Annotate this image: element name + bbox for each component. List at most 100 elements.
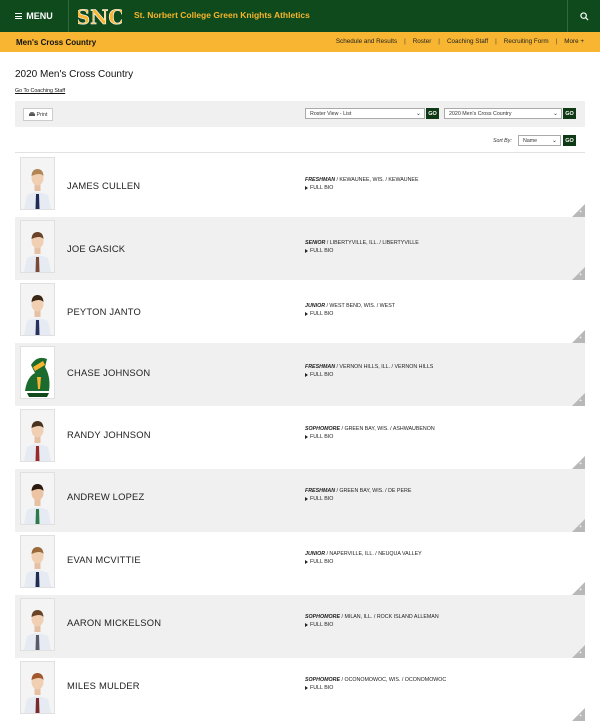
menu-label: MENU	[26, 11, 53, 21]
full-bio-link[interactable]: FULL BIO	[305, 372, 333, 378]
search-button[interactable]	[567, 0, 600, 32]
player-year: FRESHMAN	[305, 177, 336, 183]
player-photo[interactable]	[20, 535, 55, 588]
divider	[15, 152, 585, 153]
separator: |	[495, 38, 497, 45]
print-button[interactable]: Print	[23, 108, 53, 121]
player-photo[interactable]	[20, 283, 55, 336]
full-bio-label: FULL BIO	[310, 248, 334, 254]
plus-icon: +	[579, 209, 582, 215]
caret-right-icon	[305, 185, 308, 190]
roster-row: AARON MICKELSON SOPHOMORE / MILAN, ILL. …	[15, 595, 585, 658]
player-meta: SOPHOMORE / GREEN BAY, WIS. / ASHWAUBENO…	[305, 426, 435, 432]
player-hometown: / GREEN BAY, WIS. / DE PERE	[335, 488, 412, 494]
player-photo[interactable]	[20, 157, 55, 210]
full-bio-label: FULL BIO	[310, 372, 334, 378]
coaching-staff-link[interactable]: Go To Coaching Staff	[15, 88, 65, 94]
full-bio-link[interactable]: FULL BIO	[305, 685, 333, 691]
caret-right-icon	[305, 685, 308, 690]
player-meta: JUNIOR / NAPERVILLE, ILL. / NEUQUA VALLE…	[305, 551, 422, 557]
roster-row: MILES MULDER SOPHOMORE / OCONOMOWOC, WIS…	[15, 658, 585, 721]
sort-label: Sort By:	[493, 138, 512, 144]
player-meta: SOPHOMORE / OCONOMOWOC, WIS. / OCONOMOWO…	[305, 677, 446, 683]
top-bar: MENU SNC St. Norbert College Green Knigh…	[0, 0, 600, 32]
player-meta: SENIOR / LIBERTYVILLE, ILL. / LIBERTYVIL…	[305, 240, 419, 246]
player-year: FRESHMAN	[305, 488, 336, 494]
caret-right-icon	[305, 311, 308, 316]
player-hometown: / WEST BEND, WIS. / WEST	[325, 303, 395, 309]
plus-icon: +	[579, 335, 582, 341]
player-name[interactable]: PEYTON JANTO	[67, 306, 141, 317]
full-bio-link[interactable]: FULL BIO	[305, 248, 333, 254]
player-photo[interactable]	[20, 598, 55, 651]
full-bio-link[interactable]: FULL BIO	[305, 622, 333, 628]
player-hometown: / KEWAUNEE, WIS. / KEWAUNEE	[335, 177, 419, 183]
printer-icon	[28, 112, 35, 116]
full-bio-link[interactable]: FULL BIO	[305, 559, 333, 565]
roster-row: CHASE JOHNSON FRESHMAN / VERNON HILLS, I…	[15, 343, 585, 406]
subnav-schedule-link[interactable]: Schedule and Results	[336, 38, 397, 45]
roster-row: JAMES CULLEN FRESHMAN / KEWAUNEE, WIS. /…	[15, 154, 585, 217]
sport-title[interactable]: Men's Cross Country	[16, 38, 96, 47]
player-photo[interactable]	[20, 220, 55, 273]
player-name[interactable]: RANDY JOHNSON	[67, 429, 151, 440]
plus-icon: +	[579, 713, 582, 719]
view-select[interactable]: Roster View - List ⌄	[305, 108, 425, 119]
player-hometown: / VERNON HILLS, ILL. / VERNON HILLS	[335, 364, 434, 370]
player-name[interactable]: EVAN MCVITTIE	[67, 554, 141, 565]
player-photo-placeholder[interactable]	[20, 346, 55, 399]
full-bio-link[interactable]: FULL BIO	[305, 434, 333, 440]
player-year: FRESHMAN	[305, 364, 336, 370]
sort-select[interactable]: Name ⌄	[518, 135, 561, 146]
player-hometown: / GREEN BAY, WIS. / ASHWAUBENON	[340, 426, 435, 432]
player-name[interactable]: AARON MICKELSON	[67, 617, 161, 628]
player-hometown: / OCONOMOWOC, WIS. / OCONOMOWOC	[340, 677, 447, 683]
player-photo[interactable]	[20, 661, 55, 714]
sort-go-button[interactable]: GO	[563, 135, 576, 146]
subnav-coaching-link[interactable]: Coaching Staff	[447, 38, 488, 45]
menu-button[interactable]: MENU	[0, 0, 69, 32]
caret-right-icon	[305, 622, 308, 627]
caret-right-icon	[305, 496, 308, 501]
player-name[interactable]: JOE GASICK	[67, 243, 125, 254]
player-name[interactable]: ANDREW LOPEZ	[67, 491, 144, 502]
chevron-down-icon: ⌄	[415, 111, 421, 117]
view-go-button[interactable]: GO	[426, 108, 439, 119]
site-title[interactable]: St. Norbert College Green Knights Athlet…	[134, 10, 310, 20]
snc-logo[interactable]: SNC	[78, 3, 122, 29]
full-bio-link[interactable]: FULL BIO	[305, 185, 333, 191]
player-year: JUNIOR	[305, 303, 326, 309]
plus-icon: +	[579, 524, 582, 530]
player-meta: FRESHMAN / VERNON HILLS, ILL. / VERNON H…	[305, 364, 433, 370]
full-bio-label: FULL BIO	[310, 496, 334, 502]
subnav-more-link[interactable]: More +	[564, 38, 584, 45]
player-name[interactable]: MILES MULDER	[67, 680, 140, 691]
full-bio-label: FULL BIO	[310, 559, 334, 565]
full-bio-link[interactable]: FULL BIO	[305, 311, 333, 317]
player-photo[interactable]	[20, 409, 55, 462]
season-go-button[interactable]: GO	[563, 108, 576, 119]
full-bio-link[interactable]: FULL BIO	[305, 496, 333, 502]
view-select-value: Roster View - List	[310, 111, 352, 117]
player-meta: SOPHOMORE / MILAN, ILL. / ROCK ISLAND AL…	[305, 614, 439, 620]
full-bio-label: FULL BIO	[310, 311, 334, 317]
player-hometown: / MILAN, ILL. / ROCK ISLAND ALLEMAN	[340, 614, 439, 620]
player-meta: JUNIOR / WEST BEND, WIS. / WEST	[305, 303, 395, 309]
player-photo[interactable]	[20, 472, 55, 525]
player-name[interactable]: CHASE JOHNSON	[67, 367, 150, 378]
subnav-recruiting-link[interactable]: Recruiting Form	[504, 38, 549, 45]
svg-text:SNC: SNC	[78, 5, 122, 29]
player-name[interactable]: JAMES CULLEN	[67, 180, 140, 191]
print-label: Print	[36, 111, 48, 118]
separator: |	[438, 38, 440, 45]
plus-icon: +	[579, 461, 582, 467]
search-icon	[579, 11, 589, 21]
player-year: SOPHOMORE	[305, 426, 341, 432]
season-select[interactable]: 2020 Men's Cross Country ⌄	[444, 108, 562, 119]
player-meta: FRESHMAN / KEWAUNEE, WIS. / KEWAUNEE	[305, 177, 419, 183]
subnav-roster-link[interactable]: Roster	[413, 38, 432, 45]
plus-icon: +	[579, 272, 582, 278]
player-year: JUNIOR	[305, 551, 326, 557]
roster-row: EVAN MCVITTIE JUNIOR / NAPERVILLE, ILL. …	[15, 532, 585, 595]
season-select-value: 2020 Men's Cross Country	[449, 111, 512, 117]
